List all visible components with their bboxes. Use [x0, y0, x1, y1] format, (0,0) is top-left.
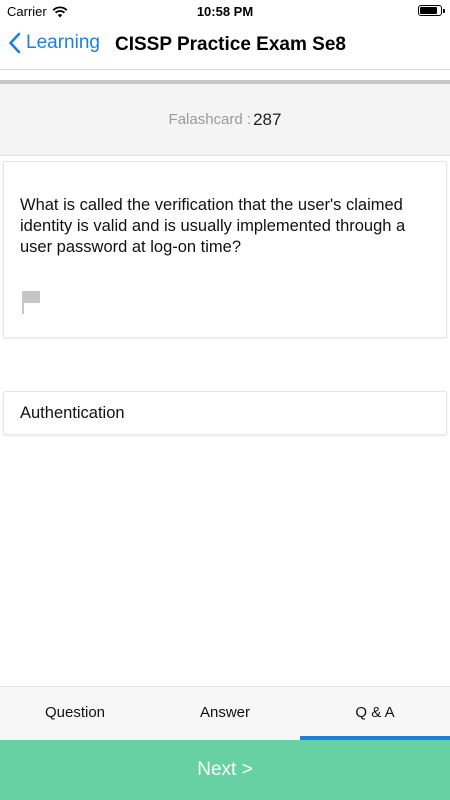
battery-icon — [418, 5, 445, 16]
page-title: CISSP Practice Exam Se8 — [115, 34, 346, 55]
flashcard-counter: Falashcard : 287 — [0, 84, 450, 156]
answer-text: Authentication — [20, 404, 125, 422]
nav-bar: Learning CISSP Practice Exam Se8 — [0, 22, 450, 70]
back-button-label: Learning — [26, 32, 100, 53]
question-card: What is called the verification that the… — [3, 161, 447, 338]
tab-q-and-a[interactable]: Q & A — [300, 687, 450, 740]
back-button[interactable]: Learning — [8, 32, 100, 54]
flag-icon[interactable] — [19, 289, 43, 315]
answer-card: Authentication — [3, 391, 447, 435]
next-button[interactable]: Next > — [0, 740, 450, 800]
counter-value: 287 — [253, 109, 282, 129]
question-text: What is called the verification that the… — [20, 196, 406, 256]
tab-bar: Question Answer Q & A — [0, 686, 450, 740]
status-bar: Carrier 10:58 PM — [0, 0, 450, 22]
status-time: 10:58 PM — [196, 4, 254, 19]
tab-answer[interactable]: Answer — [150, 687, 300, 740]
chevron-left-icon — [9, 32, 21, 54]
tab-question[interactable]: Question — [0, 687, 150, 740]
counter-label: Falashcard : — [168, 111, 252, 128]
